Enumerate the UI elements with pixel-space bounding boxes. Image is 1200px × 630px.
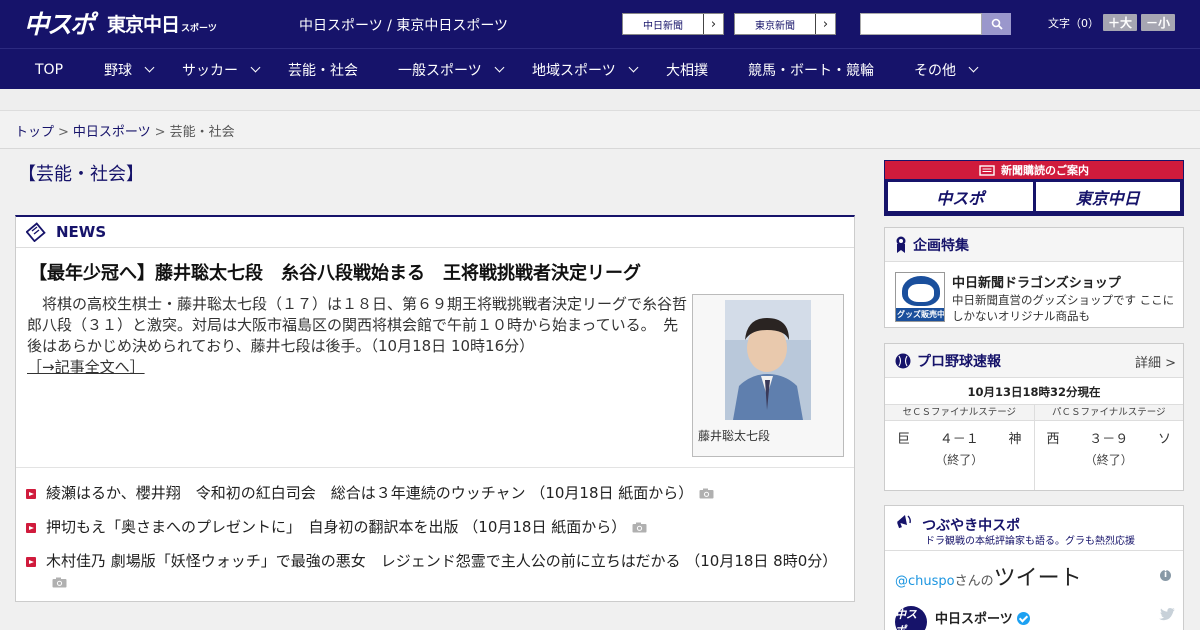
subscription-title-bar: 新聞購読のご案内 [885,161,1183,179]
feature-box: 企画特集 グッズ販売中 中日新聞ドラゴンズショップ 中日新聞直営のグッズショップ… [884,227,1184,328]
divider [16,467,854,468]
breadcrumb: トップ > 中日スポーツ > 芸能・社会 [0,111,1200,149]
avatar[interactable]: 中スポ [895,606,927,630]
logo-chuspo[interactable]: 中スポ [24,5,95,41]
font-size-plus-button[interactable]: ＋大 [1103,14,1138,31]
news-header: NEWS [16,217,854,248]
top-article-lead: 将棋の高校生棋士・藤井聡太七段（１７）は１８日、第６９期王将戦挑戦者決定リーグで… [27,294,687,378]
tweets-heading: @chuspoさんのツイート [895,566,1082,591]
nav-item-racing[interactable]: 競馬・ボート・競輪 [748,49,874,90]
feature-header: 企画特集 [885,228,1183,262]
camera-icon [699,488,714,499]
chevron-right-icon: › [703,14,723,34]
nav-item-general-sports[interactable]: 一般スポーツ [398,49,505,90]
site-header: 中スポ 東京中日 スポーツ 中日スポーツ / 東京中日スポーツ 中日新聞 › 東京… [0,0,1200,48]
tokyo-shimbun-link-button[interactable]: 東京新聞 › [734,13,836,35]
game-status: （終了） [1084,453,1133,467]
newspaper-icon [26,222,46,242]
logo-tokyo-chunichi[interactable]: 東京中日 スポーツ [107,10,217,37]
game-stage: セＣＳファイナルステージ [885,405,1034,421]
away-team: 神 [1008,432,1022,447]
twitter-handle-link[interactable]: @chuspo [895,574,955,589]
tweet-subtitle: ドラ観戦の本紙評論家も語る。グラも熱烈応援 [925,536,1135,547]
bullet-icon [26,523,36,533]
feature-item-title: 中日新聞ドラゴンズショップ [952,276,1121,291]
nav-item-local-sports[interactable]: 地域スポーツ [532,49,639,90]
game-stage: パＣＳファイナルステージ [1034,405,1183,421]
breadcrumb-current: 芸能・社会 [169,125,235,140]
ad-strip [0,89,1200,111]
subscription-banner[interactable]: 新聞購読のご案内 中スポ 東京中日 [884,160,1184,216]
news-list: 綾瀬はるか、櫻井翔 令和初の紅白司会 総合は３年連続のウッチャン （10月18日… [26,483,846,606]
nav-item-soccer[interactable]: サッカー [182,49,261,90]
font-size-label: 文字（0） [1048,16,1099,30]
bullet-icon [26,557,36,567]
news-list-item[interactable]: 綾瀬はるか、櫻井翔 令和初の紅白司会 総合は３年連続のウッチャン （10月18日… [26,483,846,504]
chevron-down-icon [144,62,155,72]
home-team: 巨 [897,432,911,447]
photo-image [725,300,811,420]
dragons-shop-thumbnail: グッズ販売中 [895,272,945,322]
bullet-icon [26,489,36,499]
nav-item-baseball[interactable]: 野球 [104,49,155,90]
chunichi-link-button[interactable]: 中日新聞 › [622,13,724,35]
site-name: 中日スポーツ / 東京中日スポーツ [299,18,509,34]
baseball-detail-link[interactable]: 詳細 > [1135,352,1176,371]
verified-badge-icon [1016,612,1030,625]
camera-icon [52,577,67,588]
newspaper-icon [979,164,995,176]
baseball-icon [895,353,911,368]
nav-item-entertainment[interactable]: 芸能・社会 [288,49,358,90]
game-status: （終了） [935,453,984,467]
breadcrumb-section-link[interactable]: 中日スポーツ [73,125,151,140]
chevron-down-icon [250,62,261,72]
site-logo[interactable]: 中スポ 東京中日 スポーツ [24,6,217,40]
news-header-label: NEWS [56,223,107,241]
font-size-control: 文字（0） ＋大 －小 [1048,14,1176,31]
search-box [860,13,1011,35]
news-section: NEWS 【最年少冠へ】藤井聡太七段 糸谷八段戦始まる 王将戦挑戦者決定リーグ … [15,215,855,602]
article-photo[interactable]: 藤井聡太七段 [692,294,844,457]
nav-item-sumo[interactable]: 大相撲 [666,49,708,90]
twitter-bird-icon[interactable] [1159,608,1175,621]
chevron-down-icon [968,62,979,72]
subscribe-chuspo-button[interactable]: 中スポ [888,182,1033,211]
search-input[interactable] [860,13,982,35]
chevron-down-icon [494,62,505,72]
photo-caption: 藤井聡太七段 [698,429,771,443]
page-title: 【芸能・社会】 [18,164,144,185]
megaphone-icon [897,515,911,529]
chevron-right-icon: › [815,14,835,34]
nav-item-top[interactable]: TOP [35,49,63,90]
home-team: 西 [1046,432,1060,447]
top-article-headline[interactable]: 【最年少冠へ】藤井聡太七段 糸谷八段戦始まる 王将戦挑戦者決定リーグ [29,259,641,285]
subscribe-tokyo-chunichi-button[interactable]: 東京中日 [1035,182,1180,211]
feature-item-desc: 中日新聞直営のグッズショップです ここにしかないオリジナル商品も [952,293,1175,323]
news-list-item[interactable]: 木村佳乃 劇場版「妖怪ウォッチ」で最強の悪女 レジェンド怨霊で主人公の前に立ちは… [26,551,846,593]
game-score-card[interactable]: セＣＳファイナルステージ ４－１ 巨 神 （終了） [885,405,1034,490]
ribbon-icon [896,236,906,253]
pro-baseball-scores: プロ野球速報 詳細 > 10月13日18時32分現在 セＣＳファイナルステージ … [884,343,1184,491]
breadcrumb-top-link[interactable]: トップ [15,125,54,140]
news-list-item[interactable]: 押切もえ「奥さまへのプレゼントに」 自身初の翻訳本を出版 （10月18日 紙面か… [26,517,846,538]
main-nav: TOP 野球 サッカー 芸能・社会 一般スポーツ 地域スポーツ 大相撲 競馬・ボ… [0,48,1200,89]
account-name: 中日スポーツ [935,612,1013,627]
search-button[interactable] [982,13,1011,35]
top-article-text: 将棋の高校生棋士・藤井聡太七段（１７）は１８日、第６９期王将戦挑戦者決定リーグで… [27,295,688,355]
away-team: ソ [1157,432,1171,447]
camera-icon [632,522,647,533]
chevron-down-icon [628,62,639,72]
read-full-article-link[interactable]: ［→記事全文へ］ [27,358,145,376]
search-icon [991,18,1003,30]
baseball-header: プロ野球速報 詳細 > [885,344,1183,378]
nav-item-other[interactable]: その他 [914,49,979,90]
font-size-minus-button[interactable]: －小 [1141,14,1176,31]
info-icon[interactable]: i [1160,570,1171,581]
baseball-timestamp: 10月13日18時32分現在 [967,385,1101,399]
twitter-widget: つぶやき中スポ ドラ観戦の本紙評論家も語る。グラも熱烈応援 @chuspoさんの… [884,505,1184,630]
game-score-card[interactable]: パＣＳファイナルステージ ３－９ 西 ソ （終了） [1033,405,1183,490]
